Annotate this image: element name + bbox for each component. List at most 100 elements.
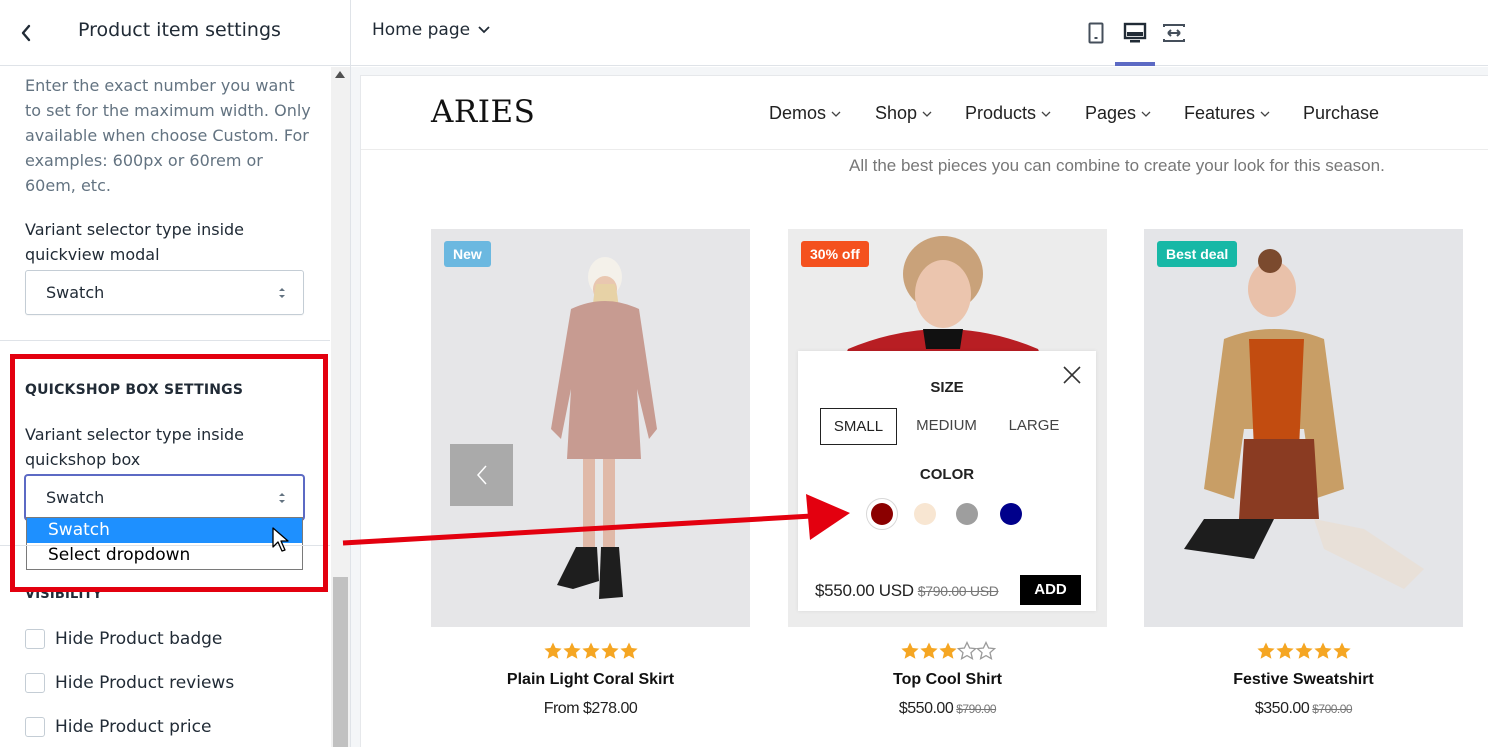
product-badge: Best deal: [1157, 241, 1238, 267]
product-name[interactable]: Festive Sweatshirt: [1144, 671, 1463, 689]
nav-label: Pages: [1085, 103, 1137, 123]
quickshop-variant-value: Swatch: [46, 488, 105, 507]
active-device-indicator: [1115, 62, 1155, 66]
desktop-icon: [1123, 22, 1147, 43]
product-photo-illustration: [431, 229, 750, 627]
nav-item-features[interactable]: Features: [1184, 103, 1270, 124]
nav-item-pages[interactable]: Pages: [1085, 103, 1151, 124]
star-filled-icon: [543, 642, 562, 659]
chevron-left-icon: [476, 465, 487, 485]
product-price-value: $350.00: [1254, 700, 1310, 717]
desktop-view-button[interactable]: [1120, 18, 1150, 48]
star-filled-icon: [1332, 642, 1351, 659]
quickview-variant-label: Variant selector type inside quickview m…: [25, 220, 245, 264]
star-filled-icon: [919, 642, 938, 659]
size-label: SIZE: [930, 379, 964, 396]
quickshop-section-heading: QUICKSHOP BOX SETTINGS: [25, 382, 244, 398]
star-filled-icon: [562, 642, 581, 659]
sidebar-scrollbar[interactable]: [331, 67, 350, 747]
visibility-section-heading: VISIBILITY: [25, 587, 103, 602]
section-divider: [0, 340, 330, 341]
chevron-down-icon: [922, 111, 932, 117]
star-empty-icon: [975, 641, 996, 661]
checkbox-label: Hide Product badge: [55, 629, 223, 649]
chevron-down-icon: [1041, 111, 1051, 117]
swatch-dot: [956, 503, 978, 525]
color-swatch[interactable]: [951, 498, 983, 530]
color-label: COLOR: [919, 466, 975, 483]
quickshop-price-value: $550.00 USD: [815, 581, 914, 600]
hide-product-badge-checkbox[interactable]: Hide Product badge: [25, 627, 222, 651]
product-price: $550.00 $790.00: [788, 700, 1107, 718]
star-filled-icon: [600, 642, 619, 659]
dropdown-option-swatch[interactable]: Swatch: [27, 518, 302, 543]
quickview-variant-select[interactable]: Swatch: [25, 270, 304, 315]
nav-item-purchase[interactable]: Purchase: [1303, 103, 1379, 124]
swatch-dot: [1000, 503, 1022, 525]
product-image[interactable]: Best deal: [1144, 229, 1463, 627]
color-swatch[interactable]: [909, 498, 941, 530]
quickshop-box: SIZE SMALL MEDIUM LARGE COLOR $550.00 US…: [798, 351, 1096, 611]
fullwidth-view-button[interactable]: [1159, 18, 1189, 48]
mobile-view-button[interactable]: [1081, 18, 1111, 48]
slider-prev-button[interactable]: [450, 444, 513, 506]
star-filled-icon: [619, 642, 638, 659]
product-image[interactable]: New: [431, 229, 750, 627]
product-name[interactable]: Plain Light Coral Skirt: [431, 671, 750, 689]
editor-topbar: Home page: [351, 0, 1488, 66]
nav-item-shop[interactable]: Shop: [875, 103, 932, 124]
checkbox-label: Hide Product reviews: [55, 673, 235, 693]
swatch-dot: [914, 503, 936, 525]
nav-label: Shop: [875, 103, 918, 123]
product-badge: New: [444, 241, 491, 267]
product-badge: 30% off: [801, 241, 869, 267]
color-swatch[interactable]: [866, 498, 898, 530]
product-price: $350.00 $700.00: [1144, 700, 1463, 718]
hide-product-reviews-checkbox[interactable]: Hide Product reviews: [25, 671, 234, 695]
select-arrows-icon: [279, 288, 285, 298]
add-to-cart-button[interactable]: ADD: [1020, 575, 1081, 605]
size-option-large[interactable]: LARGE: [997, 408, 1071, 445]
max-width-help-text: Enter the exact number you want to set f…: [25, 76, 311, 195]
page-selector[interactable]: Home page: [372, 20, 490, 40]
checkbox-box[interactable]: [25, 629, 45, 649]
back-button[interactable]: [12, 19, 40, 47]
nav-item-demos[interactable]: Demos: [769, 103, 841, 124]
size-option-medium[interactable]: MEDIUM: [908, 408, 985, 445]
product-old-price: $790.00: [956, 702, 997, 716]
product-card[interactable]: New Plain Light Coral Skirt From $278.00: [431, 229, 750, 717]
swatch-dot: [871, 503, 893, 525]
store-logo[interactable]: ARIES: [431, 94, 535, 130]
nav-label: Purchase: [1303, 103, 1380, 123]
nav-item-products[interactable]: Products: [965, 103, 1051, 124]
store-header: ARIES Demos Shop Products Pages Features…: [361, 76, 1488, 150]
hide-product-price-checkbox[interactable]: Hide Product price: [25, 715, 211, 739]
star-filled-icon: [581, 642, 600, 659]
chevron-down-icon: [1141, 111, 1151, 117]
quickshop-variant-label: Variant selector type inside quickshop b…: [25, 425, 245, 469]
star-filled-icon: [1294, 642, 1313, 659]
quickshop-price: $550.00 USD $790.00 USD: [815, 581, 999, 601]
product-photo-illustration: [1144, 229, 1463, 627]
mobile-icon: [1088, 22, 1104, 44]
checkbox-label: Hide Product price: [55, 717, 212, 737]
star-filled-icon: [900, 642, 919, 659]
checkbox-box[interactable]: [25, 717, 45, 737]
product-old-price: $700.00: [1312, 702, 1353, 716]
product-price-value: $550.00: [898, 700, 954, 717]
product-card[interactable]: Best deal Festive Sweatshirt $350.00 $700…: [1144, 229, 1463, 717]
checkbox-box[interactable]: [25, 673, 45, 693]
store-preview: ARIES Demos Shop Products Pages Features…: [361, 76, 1488, 747]
size-option-small[interactable]: SMALL: [820, 408, 897, 445]
chevron-down-icon: [831, 111, 841, 117]
nav-label: Features: [1184, 103, 1256, 123]
dropdown-option-select-dropdown[interactable]: Select dropdown: [27, 543, 302, 568]
scroll-up-arrow-icon[interactable]: [335, 71, 345, 78]
scrollbar-thumb[interactable]: [333, 577, 348, 747]
product-name[interactable]: Top Cool Shirt: [788, 671, 1107, 689]
quickshop-variant-select[interactable]: Swatch: [25, 475, 304, 520]
product-rating: [788, 641, 1107, 661]
star-filled-icon: [938, 642, 957, 659]
color-swatch[interactable]: [995, 498, 1027, 530]
quickshop-old-price: $790.00 USD: [917, 583, 999, 599]
